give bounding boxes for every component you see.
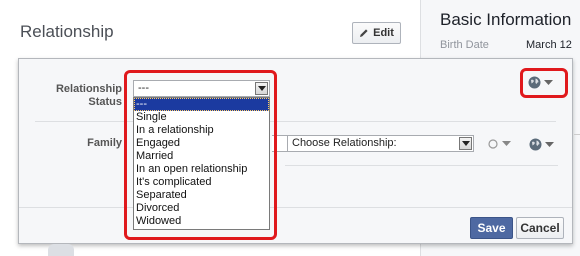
basic-information-title: Basic Information [440,10,572,29]
save-button[interactable]: Save [470,217,513,239]
highlight-frame [124,70,277,240]
family-audience-selector[interactable] [488,139,511,149]
highlight-frame [520,68,568,98]
chevron-down-icon [502,141,511,146]
edit-button[interactable]: Edit [352,22,401,44]
family-relationship-value: Choose Relationship: [292,137,397,149]
relationship-edit-panel: Relationship Status --- Family Choose Re… [18,58,573,244]
globe-icon [529,138,542,151]
dropdown-arrow-icon[interactable] [459,137,472,150]
divider [574,134,580,135]
edit-button-label: Edit [373,27,394,39]
cancel-button[interactable]: Cancel [516,217,564,239]
background-icon [48,244,74,256]
family-relationship-select[interactable]: Choose Relationship: [287,135,474,152]
relationship-status-label: Relationship Status [55,83,122,108]
chevron-down-icon [545,141,554,147]
birth-date-label: Birth Date [440,39,489,51]
circle-icon [488,139,498,149]
pencil-icon [360,29,368,37]
divider [285,165,558,166]
footer-divider [19,207,572,208]
divider [35,121,556,122]
family-privacy-selector[interactable] [529,138,554,151]
relationship-section-title: Relationship [20,22,114,41]
birth-date-value: March 12 [526,39,572,51]
family-label: Family [87,137,122,149]
